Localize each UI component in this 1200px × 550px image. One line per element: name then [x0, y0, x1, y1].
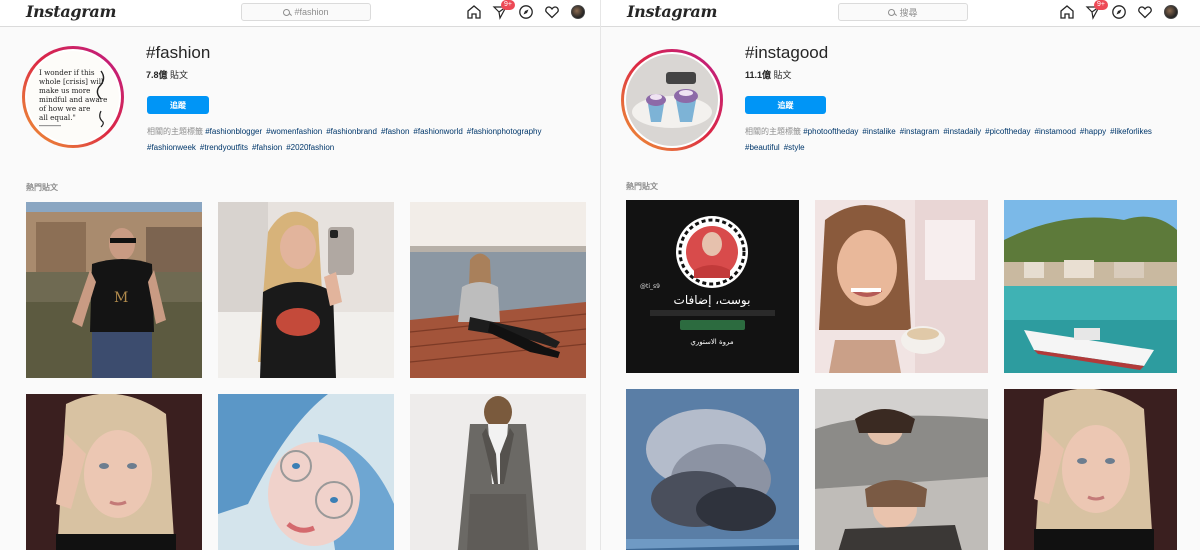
- top-nav-bar: Instagram 搜尋 9+: [601, 0, 1200, 27]
- avatar: [1164, 5, 1178, 19]
- avatar: [571, 5, 585, 19]
- related-label: 相關的主題標籤: [745, 127, 801, 136]
- direct-message-icon[interactable]: 9+: [492, 0, 515, 20]
- quote-line-6: all equal.": [39, 113, 76, 122]
- top-posts-label: 熱門貼文: [626, 182, 658, 191]
- related-tag[interactable]: #fashionblogger: [205, 127, 262, 136]
- post-tile-grey-suit[interactable]: [410, 394, 586, 550]
- related-tag[interactable]: #beautiful: [745, 143, 780, 152]
- search-input[interactable]: #fashion: [241, 3, 371, 21]
- post-count: 7.8億 貼文: [146, 70, 189, 80]
- related-tag[interactable]: #fahsion: [252, 143, 282, 152]
- quote-line-3: make us more: [39, 86, 90, 95]
- instagram-logo[interactable]: Instagram: [26, 2, 116, 21]
- search-placeholder: 搜尋: [899, 7, 918, 18]
- post-tile-blonde-portrait[interactable]: [26, 394, 202, 550]
- search-icon: [888, 8, 896, 16]
- related-tag[interactable]: #photooftheday: [803, 127, 858, 136]
- home-icon[interactable]: [1059, 4, 1075, 20]
- search-input[interactable]: 搜尋: [838, 3, 968, 21]
- related-label: 相關的主題標籤: [147, 127, 203, 136]
- top-nav-bar: Instagram #fashion 9+: [0, 0, 600, 27]
- top-posts-label: 熱門貼文: [26, 183, 58, 192]
- quote-line-4: mindful and aware: [39, 95, 107, 104]
- related-tag[interactable]: #fashon: [381, 127, 409, 136]
- related-tag[interactable]: #picoftheday: [985, 127, 1030, 136]
- post-tile-blue-hair-glasses[interactable]: [218, 394, 394, 550]
- hashtag-profile-picture: I wonder if this whole [crisis] will mak…: [22, 46, 124, 148]
- related-tag[interactable]: #instamood: [1035, 127, 1076, 136]
- related-tag[interactable]: #instadaily: [943, 127, 981, 136]
- page-title: #instagood: [745, 43, 829, 62]
- related-tag[interactable]: #style: [784, 143, 805, 152]
- heart-icon[interactable]: [544, 4, 560, 20]
- related-tag[interactable]: #fashionworld: [413, 127, 462, 136]
- post-tile-mirror-selfie[interactable]: [218, 202, 394, 378]
- direct-message-icon[interactable]: 9+: [1085, 0, 1108, 20]
- related-tag[interactable]: #trendyoutfits: [200, 143, 248, 152]
- search-value: #fashion: [294, 7, 329, 17]
- profile-avatar-icon[interactable]: [1163, 4, 1179, 20]
- page-title: #fashion: [146, 43, 211, 62]
- related-tag[interactable]: #womenfashion: [266, 127, 322, 136]
- post-count: 11.1億 貼文: [745, 70, 792, 80]
- instagram-logo[interactable]: Instagram: [627, 2, 717, 21]
- post-tile-blonde-portrait[interactable]: [1004, 389, 1177, 550]
- related-tag[interactable]: #instagram: [900, 127, 940, 136]
- post-tile-woman-on-pier[interactable]: [410, 202, 586, 378]
- post-tile-man-black-tshirt[interactable]: M: [26, 202, 202, 378]
- nav-icons: 9+: [1059, 0, 1179, 20]
- explore-compass-icon[interactable]: [1111, 4, 1127, 20]
- quote-line-2: whole [crisis] will: [39, 77, 104, 86]
- profile-avatar-icon[interactable]: [570, 4, 586, 20]
- notification-badge: 9+: [1094, 0, 1108, 10]
- related-tag[interactable]: #happy: [1080, 127, 1106, 136]
- home-icon[interactable]: [466, 4, 482, 20]
- hashtag-profile-picture: [621, 49, 723, 151]
- post-tile-harbor-boat[interactable]: [1004, 200, 1177, 373]
- arabic-title: بوست، إضافات: [674, 293, 751, 308]
- related-tag[interactable]: #fashionphotography: [467, 127, 542, 136]
- search-icon: [283, 8, 291, 16]
- quote-line-1: I wonder if this: [39, 68, 95, 77]
- left-hashtag-page: Instagram #fashion 9+ I wonder if this w…: [0, 0, 600, 550]
- nav-icons: 9+: [466, 0, 586, 20]
- post-tile-arabic-quote[interactable]: بوست، إضافات مروة الاستوري @ti_s9: [626, 200, 799, 373]
- related-tag[interactable]: #2020fashion: [286, 143, 334, 152]
- watermark: @ti_s9: [640, 283, 660, 290]
- arabic-subtitle: مروة الاستوري: [690, 338, 734, 346]
- post-tile-two-girls-selfie[interactable]: [815, 389, 988, 550]
- related-hashtags: 相關的主題標籤 #fashionblogger #womenfashion #fas…: [147, 124, 587, 156]
- post-tile-smiling-woman-coffee[interactable]: [815, 200, 988, 373]
- related-tag[interactable]: #fashionbrand: [326, 127, 377, 136]
- related-tag[interactable]: #instalike: [862, 127, 895, 136]
- follow-button[interactable]: 追蹤: [745, 96, 826, 114]
- post-tile-volcano-eruption[interactable]: [626, 389, 799, 550]
- explore-compass-icon[interactable]: [518, 4, 534, 20]
- related-tag[interactable]: #likeforlikes: [1110, 127, 1152, 136]
- right-hashtag-page: Instagram 搜尋 9+ #instagood 11.1億 貼文 追蹤 相…: [600, 0, 1200, 550]
- follow-button[interactable]: 追蹤: [147, 96, 209, 114]
- notification-badge: 9+: [501, 0, 515, 10]
- quote-line-5: of how we are: [39, 104, 90, 113]
- related-hashtags: 相關的主題標籤 #photooftheday #instalike #instagr…: [745, 124, 1185, 156]
- heart-icon[interactable]: [1137, 4, 1153, 20]
- svg-text:M: M: [114, 290, 128, 306]
- related-tag[interactable]: #fashionweek: [147, 143, 196, 152]
